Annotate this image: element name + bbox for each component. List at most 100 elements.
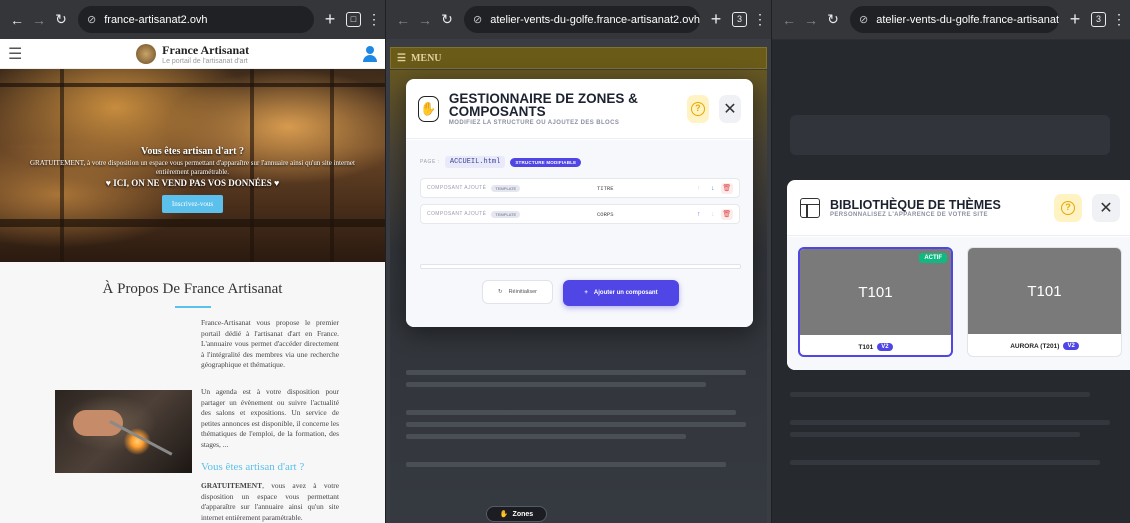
hand-icon: ✋ <box>499 511 509 518</box>
layout-icon <box>800 197 820 218</box>
hamburger-icon: ☰ <box>397 52 406 64</box>
component-name: TITRE <box>597 184 614 192</box>
browser-toolbar: ← → ↻ ⊘ atelier-vents-du-golfe.france-ar… <box>772 0 1130 39</box>
add-component-label: Ajouter un composant <box>593 290 658 296</box>
zones-button[interactable]: ✋ Zones <box>486 506 547 522</box>
move-down-icon[interactable]: ↓ <box>707 183 719 194</box>
new-tab-icon[interactable]: + <box>1065 9 1085 30</box>
hero-paragraph: GRATUITEMENT, à votre disposition un esp… <box>30 159 355 176</box>
tab-switcher-icon[interactable]: 3 <box>732 12 747 27</box>
site-info-icon[interactable]: ⊘ <box>87 13 96 26</box>
backdrop-panel <box>790 115 1110 155</box>
backdrop-text <box>406 382 706 387</box>
page-label: PAGE : <box>420 159 440 165</box>
tab-switcher-icon[interactable]: □ <box>346 12 361 27</box>
plus-icon: + <box>584 290 588 296</box>
menu-icon[interactable]: ⋮ <box>753 11 767 28</box>
site-info-icon[interactable]: ⊘ <box>859 13 868 26</box>
theme-name: AURORA (T201) <box>1010 342 1060 350</box>
move-up-icon[interactable]: ↑ <box>693 183 705 194</box>
browser-window-2: ← → ↻ ⊘ atelier-vents-du-golfe.france-ar… <box>386 0 771 523</box>
modal-title: GESTIONNAIRE DE ZONES & COMPOSANTS <box>448 90 638 119</box>
close-button[interactable]: ✕ <box>1092 193 1120 222</box>
version-badge: V2 <box>1063 342 1079 350</box>
delete-icon[interactable]: 🗑 <box>721 182 733 194</box>
page-file: ACCUEIL.html <box>444 156 506 168</box>
reload-icon[interactable]: ↻ <box>822 11 844 28</box>
component-actions: ↑ ↓ 🗑 <box>693 208 733 220</box>
hero-banner: Vous êtes artisan d'art ? GRATUITEMENT, … <box>0 69 385 262</box>
forward-icon[interactable]: → <box>28 12 50 28</box>
back-icon[interactable]: ← <box>392 12 414 28</box>
hero-notice-text: ICI, ON NE VEND PAS VOS DONNÉES <box>113 178 272 188</box>
modal-title: BIBLIOTHÈQUE DE THÈMES <box>830 197 1001 212</box>
move-up-icon[interactable]: ↑ <box>693 209 705 220</box>
theme-card[interactable]: T101 AURORA (T201) V2 <box>967 247 1122 357</box>
free-emphasis: GRATUITEMENT <box>201 481 263 490</box>
site-tagline: Le portail de l'artisanat d'art <box>162 57 248 65</box>
about-title: À Propos De France Artisanat <box>102 281 283 297</box>
help-button[interactable]: ? <box>1054 193 1082 222</box>
backdrop-text <box>790 420 1110 425</box>
active-badge: ACTIF <box>919 253 947 263</box>
reset-button[interactable]: ↻ Réinitialiser <box>482 280 553 304</box>
modal-body: PAGE : ACCUEIL.html STRUCTURE MODIFIABLE… <box>406 140 753 327</box>
zone-manager-modal: ✋ GESTIONNAIRE DE ZONES & COMPOSANTS MOD… <box>406 79 753 327</box>
address-bar[interactable]: ⊘ atelier-vents-du-golfe.france-artisana… <box>464 6 700 33</box>
forward-icon[interactable]: → <box>414 12 436 28</box>
logo-icon <box>136 43 157 64</box>
modal-header: ✋ GESTIONNAIRE DE ZONES & COMPOSANTS MOD… <box>406 79 753 139</box>
new-tab-icon[interactable]: + <box>320 9 340 30</box>
address-bar[interactable]: ⊘ atelier-vents-du-golfe.france-artisana… <box>850 6 1059 33</box>
browser-window-3: ← → ↻ ⊘ atelier-vents-du-golfe.france-ar… <box>772 0 1130 523</box>
new-tab-icon[interactable]: + <box>706 9 726 30</box>
move-down-icon[interactable]: ↓ <box>707 209 719 220</box>
backdrop-text <box>790 460 1100 465</box>
add-component-button[interactable]: + Ajouter un composant <box>563 280 679 306</box>
structure-badge: STRUCTURE MODIFIABLE <box>510 157 582 167</box>
modal-subtitle: PERSONNALISEZ L'APPARENCE DE VOTRE SITE <box>830 211 988 218</box>
forward-icon[interactable]: → <box>800 12 822 28</box>
reload-icon[interactable]: ↻ <box>50 11 72 28</box>
theme-name: T101 <box>858 343 874 351</box>
close-icon: ✕ <box>1099 199 1113 217</box>
site-info-icon[interactable]: ⊘ <box>473 13 482 26</box>
theme-grid: T101 ACTIF T101 V2 T101 AURORA (T201) V2 <box>787 237 1130 370</box>
artisan-subtitle: Vous êtes artisan d'art ? <box>201 461 305 473</box>
close-button[interactable]: ✕ <box>718 94 741 123</box>
user-icon[interactable] <box>362 45 377 62</box>
delete-icon[interactable]: 🗑 <box>721 208 733 220</box>
menu-icon[interactable]: ⋮ <box>367 11 381 28</box>
back-icon[interactable]: ← <box>6 12 28 28</box>
heart-icon: ♥ <box>271 178 280 188</box>
address-bar[interactable]: ⊘ france-artisanat2.ovh <box>78 6 314 33</box>
browser-window-1: ← → ↻ ⊘ france-artisanat2.ovh + □ ⋮ ☰ Fr… <box>0 0 385 523</box>
backdrop-text <box>406 422 746 427</box>
reset-icon: ↻ <box>497 289 503 295</box>
about-paragraph-3: GRATUITEMENT, vous avez à votre disposit… <box>201 481 339 523</box>
backdrop-text <box>406 370 746 375</box>
reload-icon[interactable]: ↻ <box>436 11 458 28</box>
hamburger-icon[interactable]: ☰ <box>8 44 22 64</box>
theme-card[interactable]: T101 ACTIF T101 V2 <box>798 247 953 357</box>
site-menu-bar[interactable]: ☰ MENU <box>390 47 767 69</box>
component-row: COMPOSANT AJOUTÉ TEMPLATE CORPS ↑ ↓ 🗑 <box>420 204 740 224</box>
artisan-photo <box>55 390 192 473</box>
url-text: france-artisanat2.ovh <box>104 13 208 26</box>
hero-heading: Vous êtes artisan d'art ? <box>141 146 244 157</box>
theme-library-modal: BIBLIOTHÈQUE DE THÈMES PERSONNALISEZ L'A… <box>787 180 1130 370</box>
component-label: COMPOSANT AJOUTÉ <box>427 185 487 191</box>
backdrop-text <box>406 434 686 439</box>
component-name: CORPS <box>597 210 614 218</box>
help-button[interactable]: ? <box>686 94 709 123</box>
backdrop-text <box>790 432 1080 437</box>
component-actions: ↑ ↓ 🗑 <box>693 182 733 194</box>
tab-switcher-icon[interactable]: 3 <box>1091 12 1106 27</box>
back-icon[interactable]: ← <box>778 12 800 28</box>
signup-button[interactable]: Inscrivez-vous <box>161 195 224 213</box>
menu-icon[interactable]: ⋮ <box>1112 11 1126 28</box>
site-logo[interactable]: France Artisanat Le portail de l'artisana… <box>136 43 249 65</box>
question-icon: ? <box>690 101 705 116</box>
theme-caption: T101 V2 <box>800 335 951 355</box>
photo-decor <box>109 420 173 456</box>
